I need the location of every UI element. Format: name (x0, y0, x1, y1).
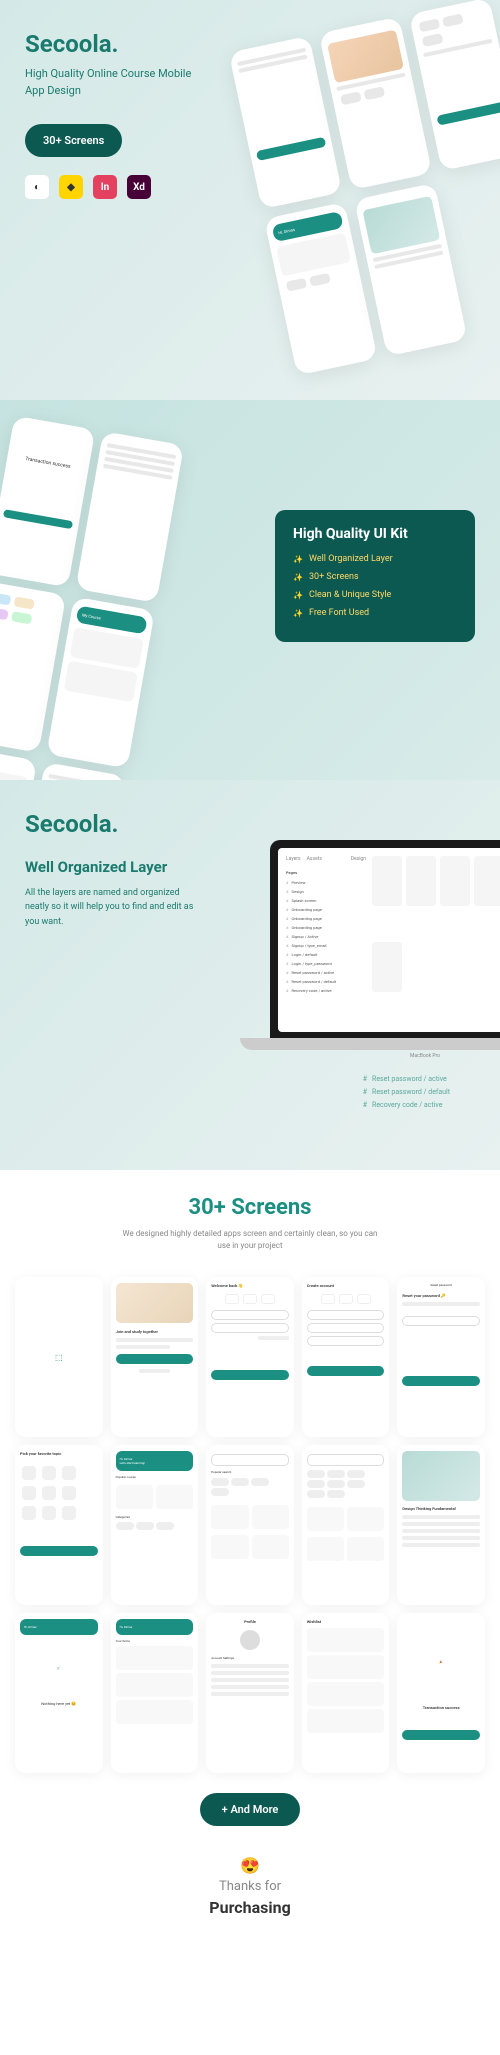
screen-signup: Create account (302, 1277, 390, 1437)
features-phone-mockups: Transaction success My Course Wishlist R… (0, 416, 221, 780)
heart-eyes-emoji: 😍 (15, 1856, 485, 1875)
organized-heading: Well Organized Layer (25, 858, 205, 876)
layer-item: Login / default (286, 950, 366, 959)
feature-item: Clean & Unique Style (293, 590, 457, 600)
layer-item: Onboarding page (286, 923, 366, 932)
screen-profile: Profile Account Settings (206, 1613, 294, 1773)
layer-item: Onboarding page (286, 905, 366, 914)
layer-item: Onboarding page (286, 914, 366, 923)
screen-reset: Reset password Reset your password 🔑 (397, 1277, 485, 1437)
screens-section: 30+ Screens We designed highly detailed … (0, 1170, 500, 1957)
layer-item: Recovery code / active (286, 986, 366, 995)
purchasing-text: Purchasing (15, 1898, 485, 1917)
assets-tab: Assets (307, 856, 322, 862)
invision-icon: In (93, 175, 117, 199)
pages-label: Pages (286, 870, 366, 875)
design-tab: Design (351, 856, 366, 862)
screen-results (302, 1445, 390, 1605)
layer-item: Reset password / default (286, 977, 366, 986)
xd-icon: Xd (127, 175, 151, 199)
laptop-base (240, 1038, 500, 1050)
thanks-text: 😍 Thanks for (15, 1856, 485, 1894)
feature-item: Free Font Used (293, 608, 457, 618)
screen-splash: ⬚ (15, 1277, 103, 1437)
layer-item: Login / type_password (286, 959, 366, 968)
screen-empty-cart: Hi, Dimas 🛒 Nothing here yet 😊 (15, 1613, 103, 1773)
layer-item: Reset password / active (286, 968, 366, 977)
screens-badge: 30+ Screens (25, 124, 122, 157)
layer-item: Signup / type_email (286, 941, 366, 950)
feature-item: 30+ Screens (293, 572, 457, 582)
hero-subtitle: High Quality Online Course Mobile App De… (25, 66, 205, 99)
screen-topics: Pick your favorite topic (15, 1445, 103, 1605)
hero-section: Secoola. High Quality Online Course Mobi… (0, 0, 500, 400)
layer-item: Signup / Active (286, 932, 366, 941)
screen-login: Welcome back 👋 (206, 1277, 294, 1437)
hero-phone-mockups: Hi, Dimas (229, 0, 500, 376)
brand-logo: Secoola. (25, 810, 475, 838)
screen-wishlist: Wishlist (302, 1613, 390, 1773)
laptop-label: MacBook Pro (410, 1053, 440, 1059)
overflow-layers: #Reset password / active #Reset password… (363, 1070, 450, 1114)
screen-home: Hi, DimasLet's start learning! Popular c… (111, 1445, 199, 1605)
layer-item: Preview (286, 878, 366, 887)
screens-subtitle: We designed highly detailed apps screen … (120, 1228, 380, 1252)
sketch-icon: ◆ (59, 175, 83, 199)
features-panel: High Quality UI Kit Well Organized Layer… (275, 510, 475, 642)
layer-item: Design (286, 887, 366, 896)
and-more-button: + And More (200, 1793, 301, 1826)
screen-search: Popular search (206, 1445, 294, 1605)
screen-course-detail: Design Thinking Fundamental (397, 1445, 485, 1605)
screen-cart: Hi, Dimas Your items (111, 1613, 199, 1773)
layer-item: Splash screen (286, 896, 366, 905)
screen-onboarding: Join and study together (111, 1277, 199, 1437)
screen-success: 🎉 Transaction success (397, 1613, 485, 1773)
features-title: High Quality UI Kit (293, 526, 457, 542)
feature-item: Well Organized Layer (293, 554, 457, 564)
organized-section: Secoola. Well Organized Layer All the la… (0, 780, 500, 1170)
screens-grid: ⬚ Join and study together Welcome back 👋… (15, 1277, 485, 1773)
layers-tab: Layers (286, 856, 301, 862)
screens-title: 30+ Screens (15, 1195, 485, 1220)
features-section: Transaction success My Course Wishlist R… (0, 400, 500, 780)
laptop-mockup: Layers Assets Design Pages Preview Desig… (270, 840, 500, 1040)
organized-body: All the layers are named and organized n… (25, 886, 205, 929)
figma-icon: ◐ (25, 175, 49, 199)
